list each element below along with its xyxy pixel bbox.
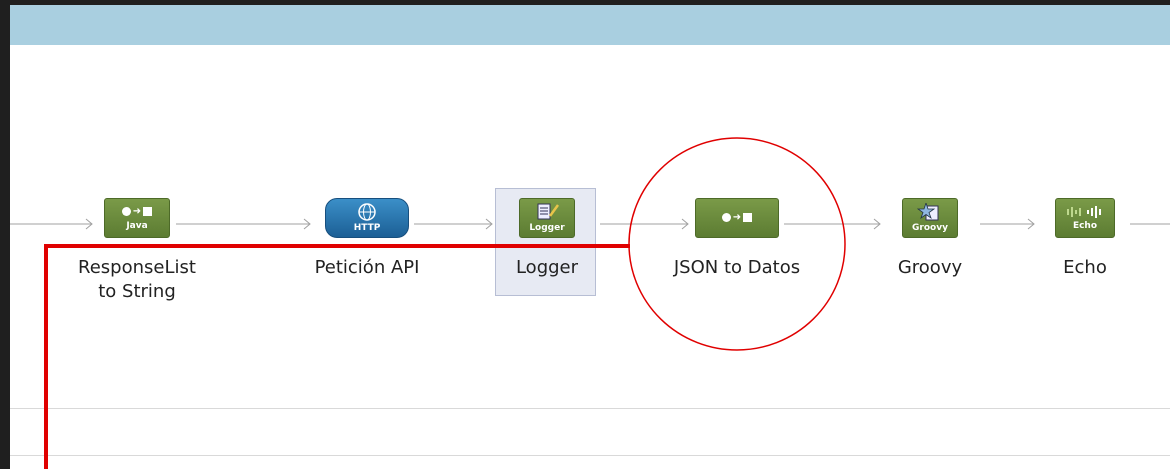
node-label: ResponseList to String — [78, 257, 196, 302]
node-label: Echo — [1063, 257, 1107, 278]
logger-icon: Logger — [519, 198, 575, 238]
document-pencil-icon — [537, 203, 560, 220]
http-request-icon: HTTP — [325, 198, 409, 238]
echo-icon: Echo — [1055, 198, 1115, 238]
java-transformer-icon: ➜ Java — [104, 198, 170, 238]
groovy-icon: Groovy — [902, 198, 958, 238]
node-label: JSON to Datos — [673, 257, 801, 278]
node-label: Groovy — [897, 257, 963, 278]
circle-arrow-square-icon: ➜ — [695, 198, 779, 238]
node-label: Logger — [515, 257, 579, 278]
flow-connectors — [10, 137, 1170, 469]
globe-icon — [358, 203, 376, 221]
star-document-icon — [917, 203, 939, 221]
sound-wave-icon — [1067, 206, 1101, 218]
node-label: Petición API — [314, 257, 420, 278]
